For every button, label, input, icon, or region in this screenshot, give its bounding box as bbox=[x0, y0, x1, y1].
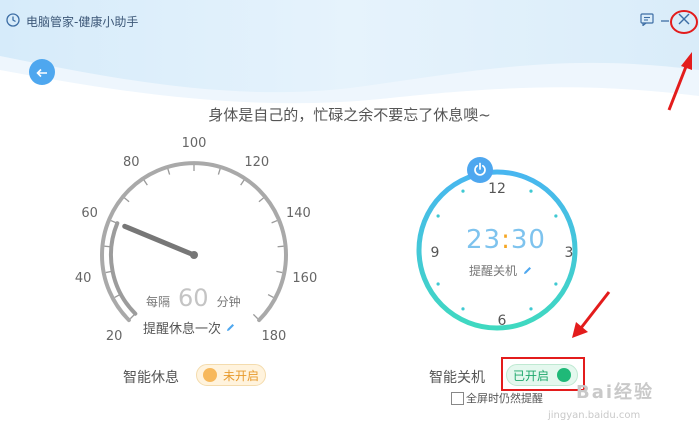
annotation-arrow-top bbox=[667, 52, 692, 111]
annotation-circle bbox=[670, 10, 698, 34]
watermark-logo: Bai经验 bbox=[576, 382, 655, 403]
annotation-layer bbox=[572, 10, 698, 338]
watermark-site: jingyan.baidu.com bbox=[548, 410, 641, 421]
annotation-arrow-bottom bbox=[572, 291, 611, 338]
watermark-brand: 经验 bbox=[614, 382, 655, 403]
